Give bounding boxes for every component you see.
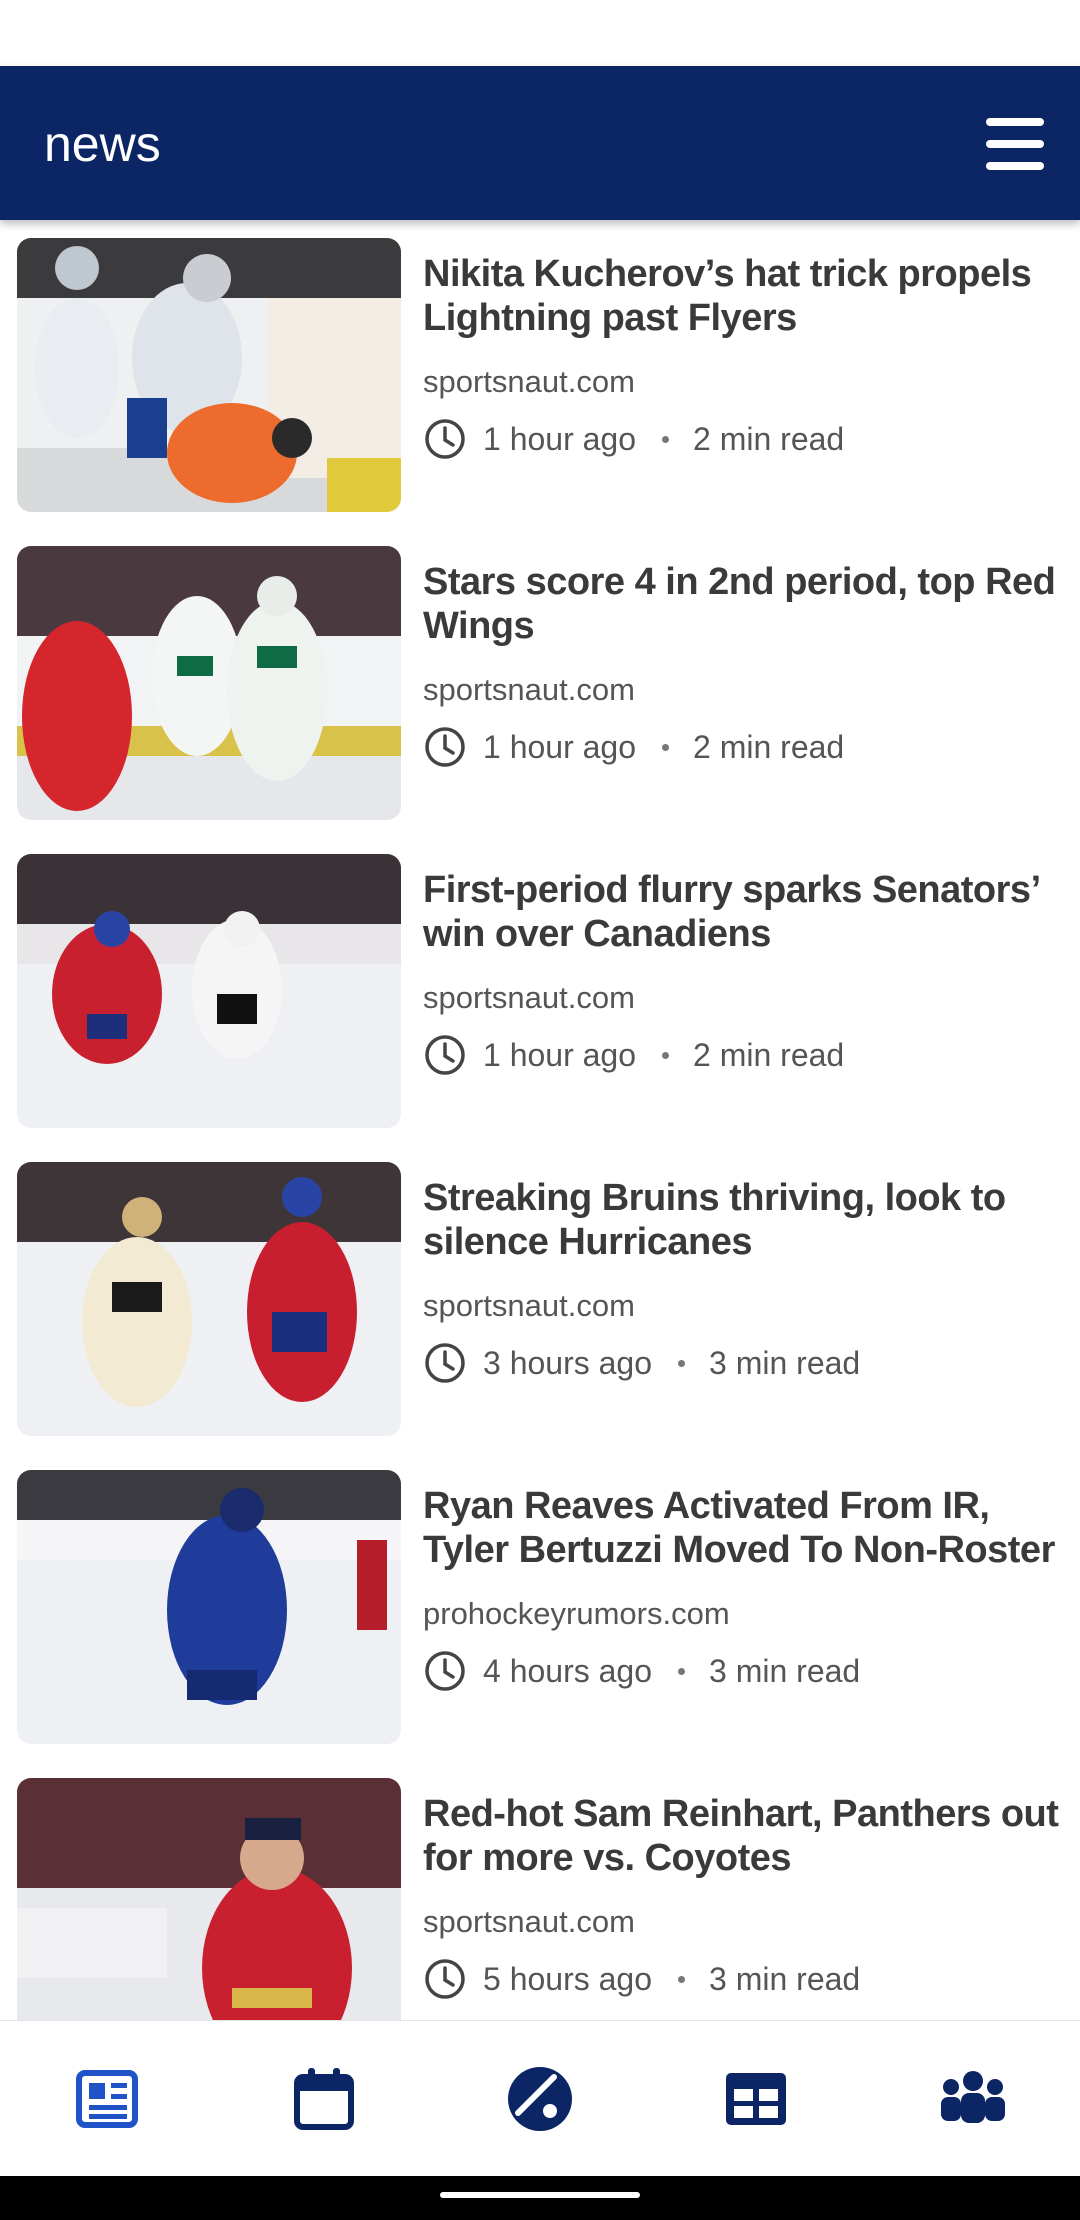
article-headline[interactable]: Nikita Kucherov’s hat trick propels Ligh…	[423, 252, 1063, 340]
nav-standings[interactable]	[720, 2063, 792, 2135]
article-headline[interactable]: Stars score 4 in 2nd period, top Red Win…	[423, 560, 1063, 648]
news-card[interactable]: Red-hot Sam Reinhart, Panthers out for m…	[0, 1760, 1080, 2020]
teams-group-icon	[941, 2071, 1005, 2123]
article-source: sportsnaut.com	[423, 1288, 635, 1323]
nav-news[interactable]	[71, 2063, 143, 2135]
separator-dot	[662, 1051, 670, 1059]
article-time: 4 hours ago	[483, 1652, 653, 1689]
news-card[interactable]: Ryan Reaves Activated From IR, Tyler Ber…	[0, 1452, 1080, 1744]
clock-icon	[425, 1035, 465, 1075]
article-thumbnail[interactable]	[17, 238, 401, 512]
news-card[interactable]: Stars score 4 in 2nd period, top Red Win…	[0, 528, 1080, 820]
article-time: 1 hour ago	[483, 728, 637, 765]
article-read-time: 2 min read	[693, 1036, 845, 1073]
calendar-icon	[294, 2068, 354, 2130]
app-bar: news	[0, 66, 1080, 220]
puck-stick-icon	[508, 2067, 572, 2131]
clock-icon	[425, 1343, 465, 1383]
article-meta: 1 hour ago 2 min read	[423, 724, 844, 770]
news-card[interactable]: Nikita Kucherov’s hat trick propels Ligh…	[0, 220, 1080, 512]
home-gesture-pill[interactable]	[440, 2192, 640, 2198]
article-read-time: 3 min read	[709, 1960, 861, 1997]
article-thumbnail[interactable]	[17, 1162, 401, 1436]
article-headline[interactable]: First-period flurry sparks Senators’ win…	[423, 868, 1063, 956]
article-source: sportsnaut.com	[423, 980, 635, 1015]
article-time: 1 hour ago	[483, 420, 637, 457]
article-headline[interactable]: Ryan Reaves Activated From IR, Tyler Ber…	[423, 1484, 1063, 1572]
article-meta: 1 hour ago 2 min read	[423, 416, 844, 462]
article-source: prohockeyrumors.com	[423, 1596, 730, 1631]
article-headline[interactable]: Streaking Bruins thriving, look to silen…	[423, 1176, 1063, 1264]
separator-dot	[678, 1975, 686, 1983]
article-time: 3 hours ago	[483, 1344, 653, 1381]
clock-icon	[425, 727, 465, 767]
clock-icon	[425, 419, 465, 459]
news-feed[interactable]: Nikita Kucherov’s hat trick propels Ligh…	[0, 220, 1080, 2020]
nav-games[interactable]	[504, 2063, 576, 2135]
article-headline[interactable]: Red-hot Sam Reinhart, Panthers out for m…	[423, 1792, 1063, 1880]
gesture-nav-bar	[0, 2176, 1080, 2220]
article-read-time: 3 min read	[709, 1344, 861, 1381]
article-read-time: 2 min read	[693, 728, 845, 765]
article-source: sportsnaut.com	[423, 672, 635, 707]
article-time: 1 hour ago	[483, 1036, 637, 1073]
article-source: sportsnaut.com	[423, 364, 635, 399]
hamburger-menu-icon[interactable]	[980, 116, 1044, 170]
nav-schedule[interactable]	[288, 2063, 360, 2135]
news-icon	[76, 2070, 138, 2128]
clock-icon	[425, 1959, 465, 1999]
article-meta: 5 hours ago 3 min read	[423, 1956, 860, 2002]
bottom-nav	[0, 2020, 1080, 2177]
article-meta: 1 hour ago 2 min read	[423, 1032, 844, 1078]
news-card[interactable]: Streaking Bruins thriving, look to silen…	[0, 1144, 1080, 1436]
article-thumbnail[interactable]	[17, 1778, 401, 2020]
article-meta: 4 hours ago 3 min read	[423, 1648, 860, 1694]
nav-teams[interactable]	[937, 2063, 1009, 2135]
separator-dot	[662, 743, 670, 751]
article-thumbnail[interactable]	[17, 546, 401, 820]
separator-dot	[678, 1359, 686, 1367]
article-thumbnail[interactable]	[17, 1470, 401, 1744]
status-bar	[0, 0, 1080, 66]
article-source: sportsnaut.com	[423, 1904, 635, 1939]
article-read-time: 2 min read	[693, 420, 845, 457]
article-time: 5 hours ago	[483, 1960, 653, 1997]
separator-dot	[678, 1667, 686, 1675]
article-thumbnail[interactable]	[17, 854, 401, 1128]
article-read-time: 3 min read	[709, 1652, 861, 1689]
clock-icon	[425, 1651, 465, 1691]
article-meta: 3 hours ago 3 min read	[423, 1340, 860, 1386]
standings-table-icon	[726, 2073, 786, 2125]
page-title: news	[44, 116, 161, 172]
news-card[interactable]: First-period flurry sparks Senators’ win…	[0, 836, 1080, 1128]
separator-dot	[662, 435, 670, 443]
